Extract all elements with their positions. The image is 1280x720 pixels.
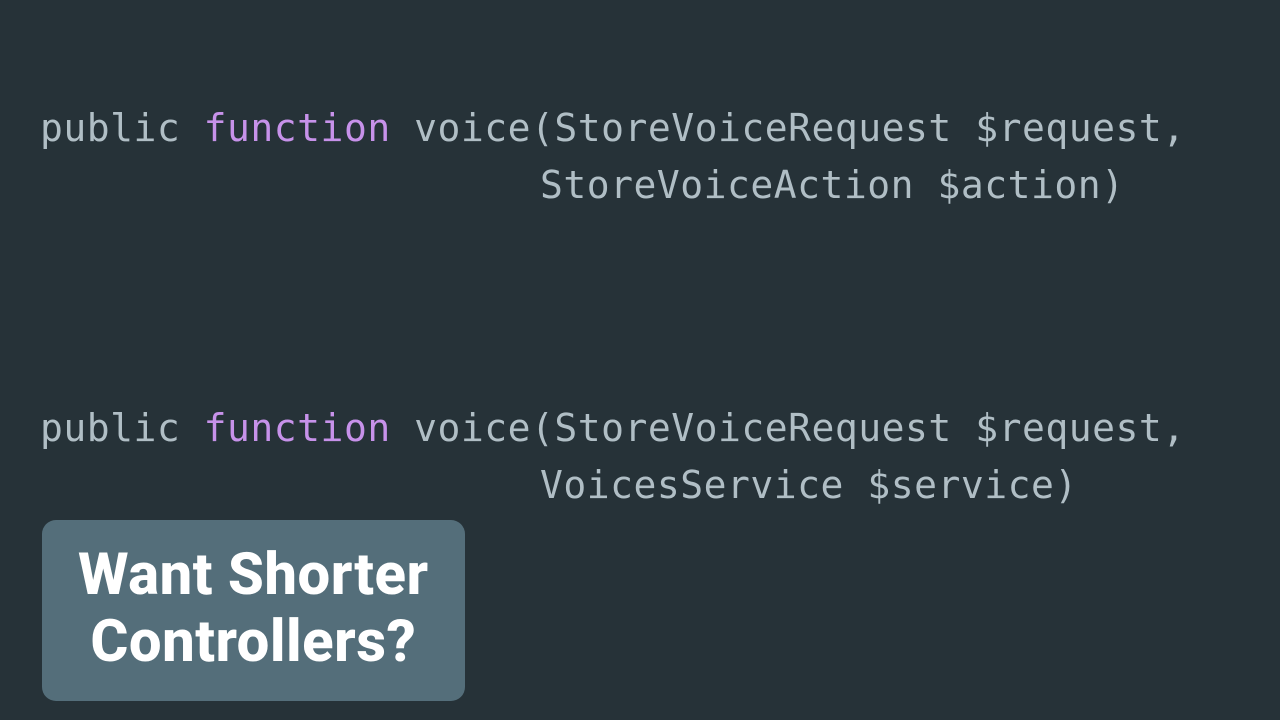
paren-open: ( bbox=[531, 106, 554, 150]
param2-var: $service bbox=[867, 463, 1054, 507]
keyword-function: function bbox=[204, 406, 391, 450]
callout-line1: Want Shorter bbox=[78, 542, 429, 609]
paren-close: ) bbox=[1101, 163, 1124, 207]
param2-var: $action bbox=[937, 163, 1101, 207]
comma: , bbox=[1162, 406, 1185, 450]
callout-box: Want Shorter Controllers? bbox=[42, 520, 465, 701]
paren-close: ) bbox=[1054, 463, 1077, 507]
code-snippet-1: public function voice(StoreVoiceRequest … bbox=[40, 100, 1186, 214]
param1-var: $request bbox=[975, 406, 1162, 450]
param2-type: VoicesService bbox=[540, 463, 844, 507]
function-name: voice bbox=[414, 106, 531, 150]
code-snippet-2: public function voice(StoreVoiceRequest … bbox=[40, 400, 1186, 514]
keyword-public: public bbox=[40, 106, 180, 150]
code-line2: VoicesService $service) bbox=[40, 457, 1186, 514]
param1-type: StoreVoiceRequest bbox=[554, 106, 951, 150]
function-name: voice bbox=[414, 406, 531, 450]
comma: , bbox=[1162, 106, 1185, 150]
paren-open: ( bbox=[531, 406, 554, 450]
param2-type: StoreVoiceAction bbox=[540, 163, 914, 207]
callout-line2: Controllers? bbox=[78, 609, 429, 676]
keyword-function: function bbox=[204, 106, 391, 150]
code-line2: StoreVoiceAction $action) bbox=[40, 157, 1186, 214]
param1-var: $request bbox=[975, 106, 1162, 150]
param1-type: StoreVoiceRequest bbox=[554, 406, 951, 450]
keyword-public: public bbox=[40, 406, 180, 450]
